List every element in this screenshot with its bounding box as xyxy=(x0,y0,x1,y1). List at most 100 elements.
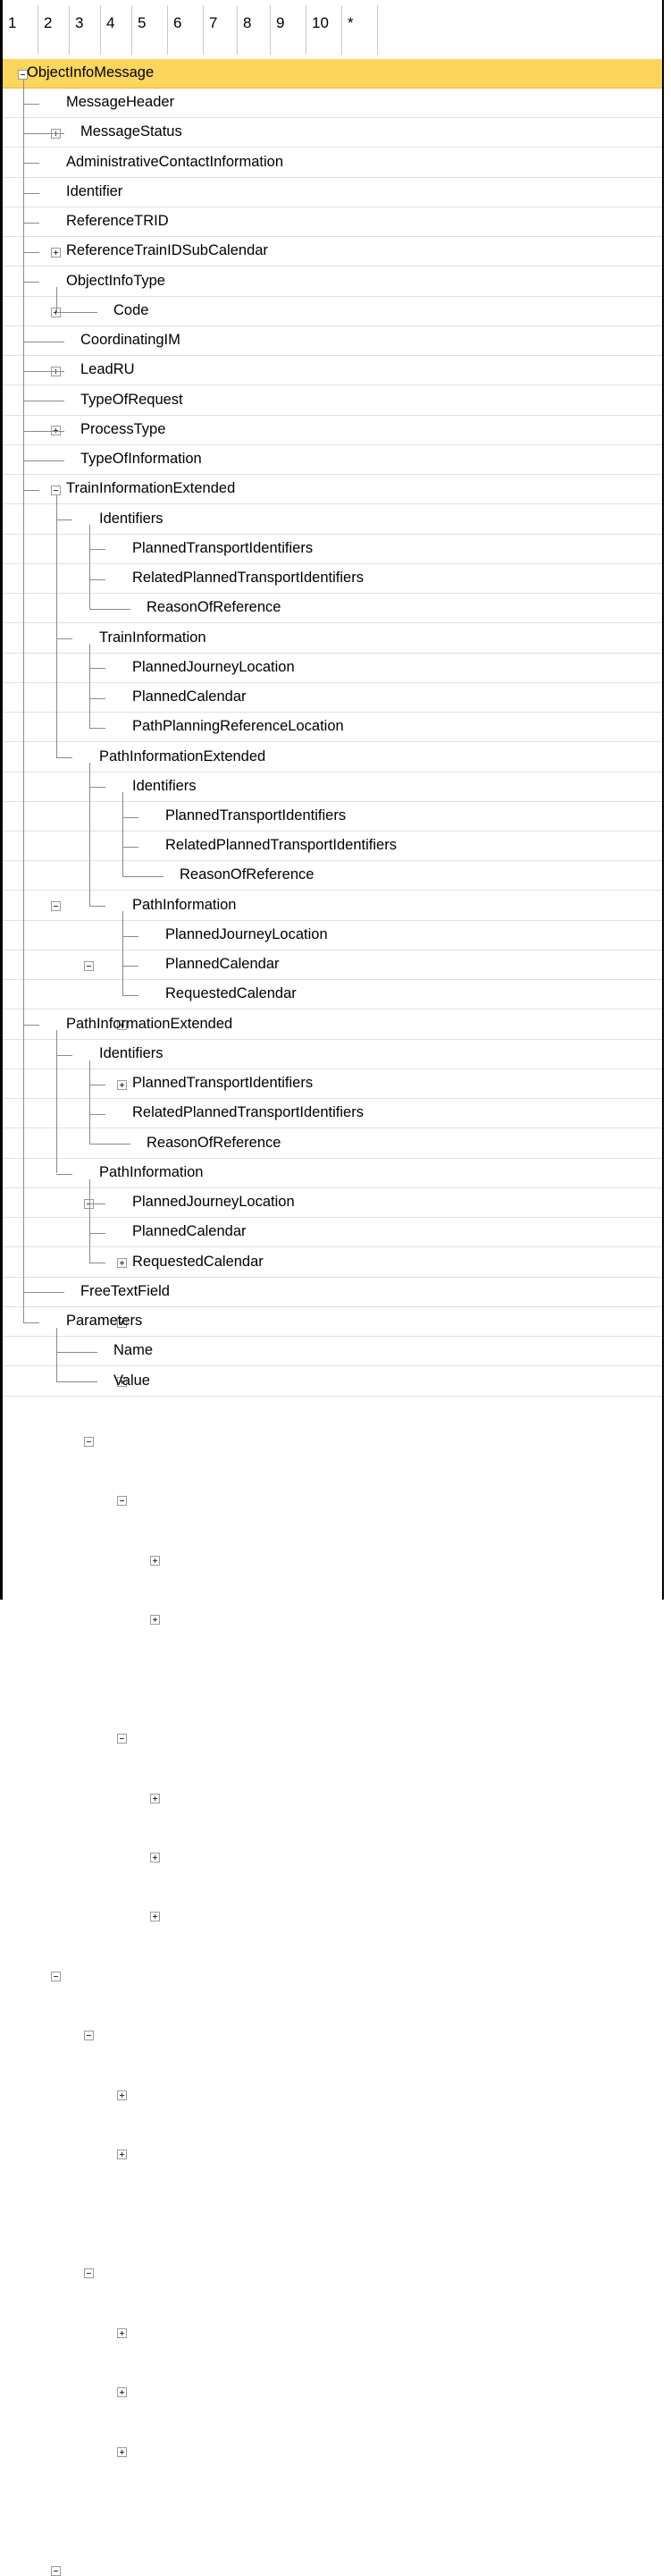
tree-connector xyxy=(23,489,39,491)
collapse-icon[interactable] xyxy=(51,2565,61,2576)
tree-node[interactable]: PathInformationExtended xyxy=(3,1010,662,1981)
tree-connector xyxy=(23,430,64,432)
column-header-8[interactable]: 8 xyxy=(238,5,271,55)
tree-node[interactable]: Parameters xyxy=(3,1307,662,2576)
expand-icon[interactable] xyxy=(117,2446,127,2457)
tree-node[interactable]: TrainInformationExtended xyxy=(3,475,662,912)
tree-node[interactable]: Identifiers xyxy=(3,1040,662,2041)
tree-node-label: ReferenceTrainIDSubCalendar xyxy=(66,242,268,259)
tree-node[interactable]: PlannedJourneyLocation xyxy=(3,921,662,1803)
collapse-icon[interactable] xyxy=(84,2268,94,2279)
tree-node[interactable]: MessageStatus xyxy=(3,118,662,148)
tree-node[interactable]: Name xyxy=(3,1337,662,1367)
expand-icon[interactable] xyxy=(117,2387,127,2398)
collapse-icon[interactable] xyxy=(84,2031,94,2041)
collapse-icon[interactable] xyxy=(117,1496,127,1507)
tree-node-label: Code xyxy=(113,301,149,318)
tree-connector xyxy=(56,757,72,759)
tree-node[interactable]: ObjectInfoMessage xyxy=(3,59,662,89)
tree-connector xyxy=(122,846,138,848)
expand-icon[interactable] xyxy=(117,2090,127,2100)
tree-node-label: Value xyxy=(113,1372,150,1389)
tree-guide-line xyxy=(89,644,90,728)
tree-node[interactable]: AdministrativeContactInformation xyxy=(3,148,662,258)
tree-node[interactable]: PathInformation xyxy=(3,1159,662,2279)
expand-icon[interactable] xyxy=(150,1555,160,1566)
column-header-4[interactable]: 4 xyxy=(101,5,132,55)
column-header-star[interactable]: * xyxy=(342,5,378,55)
tree-node-label: ObjectInfoType xyxy=(66,272,165,289)
column-header-6[interactable]: 6 xyxy=(168,5,204,55)
tree-connector xyxy=(122,935,138,937)
collapse-icon[interactable] xyxy=(117,1734,127,1744)
tree-node-label: RelatedPlannedTransportIdentifiers xyxy=(165,837,397,854)
tree-connector xyxy=(56,311,97,313)
tree-guide-line xyxy=(56,1327,57,1382)
tree-node[interactable]: PlannedTransportIdentifiers xyxy=(3,802,662,1566)
tree-node-label: PlannedCalendar xyxy=(132,1223,247,1240)
column-header-10[interactable]: 10 xyxy=(306,5,342,55)
tree-node-label: Identifiers xyxy=(132,777,197,794)
tree-node[interactable]: Identifiers xyxy=(3,505,662,971)
column-header-9[interactable]: 9 xyxy=(271,5,306,55)
tree-node-label: ObjectInfoMessage xyxy=(27,64,155,80)
tree-node[interactable]: Value xyxy=(3,1367,662,1397)
tree-connector xyxy=(56,519,72,521)
tree-node[interactable]: ProcessType xyxy=(3,416,662,445)
tree-node[interactable]: ReferenceTrainIDSubCalendar xyxy=(3,237,662,436)
column-header-3[interactable]: 3 xyxy=(70,5,101,55)
tree-node[interactable]: PathInformationExtended xyxy=(3,743,662,1447)
expand-icon[interactable] xyxy=(117,2149,127,2160)
tree-guide-line xyxy=(122,792,123,877)
tree-node[interactable]: FreeTextField xyxy=(3,1278,662,1307)
expand-icon[interactable] xyxy=(150,1912,160,1922)
tree-node[interactable]: ReferenceTRID xyxy=(3,207,662,376)
tree-node[interactable]: ObjectInfoType xyxy=(3,267,662,495)
tree-connector xyxy=(122,995,138,997)
tree-node-label: PlannedJourneyLocation xyxy=(132,1194,295,1211)
expand-icon[interactable] xyxy=(150,1615,160,1626)
tree-node[interactable]: MessageHeader xyxy=(3,89,662,139)
tree-node-label: Identifier xyxy=(66,182,123,199)
tree-node[interactable]: CoordinatingIM xyxy=(3,326,662,357)
tree-node[interactable]: ReasonOfReference xyxy=(3,861,662,891)
tree-node-label: PlannedTransportIdentifiers xyxy=(165,807,347,823)
tree-node-label: TypeOfInformation xyxy=(80,451,202,468)
tree-node[interactable]: TrainInformation xyxy=(3,624,662,1209)
tree-guide-line xyxy=(122,911,123,996)
tree-connector xyxy=(23,371,64,373)
tree-guide-line xyxy=(89,1060,90,1144)
tree-connector xyxy=(23,252,39,254)
tree-node-label: PathInformationExtended xyxy=(66,1015,233,1032)
expand-icon[interactable] xyxy=(150,1853,160,1862)
column-header-2[interactable]: 2 xyxy=(38,5,70,55)
tree-connector xyxy=(23,133,64,135)
tree-node-label: PlannedCalendar xyxy=(165,956,280,973)
collapse-icon[interactable] xyxy=(51,1971,61,1981)
tree-node-label: Name xyxy=(113,1342,154,1359)
tree-connector xyxy=(23,460,64,461)
tree-node-label: ReasonOfReference xyxy=(147,599,281,616)
tree-node-label: RelatedPlannedTransportIdentifiers xyxy=(132,570,364,587)
tree-node-label: PathInformation xyxy=(132,896,237,913)
collapse-icon[interactable] xyxy=(84,1436,94,1447)
tree-node-label: ReasonOfReference xyxy=(147,1134,281,1151)
column-header-5[interactable]: 5 xyxy=(132,5,168,55)
tree-connector xyxy=(122,816,138,818)
tree-node-label: Parameters xyxy=(66,1313,143,1330)
column-header-1[interactable]: 1 xyxy=(3,5,38,55)
tree-node[interactable]: TypeOfInformation xyxy=(3,445,662,476)
tree-node[interactable]: RelatedPlannedTransportIdentifiers xyxy=(3,832,662,1626)
tree-node[interactable]: LeadRU xyxy=(3,356,662,386)
tree-node[interactable]: Identifier xyxy=(3,178,662,317)
column-header-7[interactable]: 7 xyxy=(204,5,238,55)
tree-node[interactable]: Code xyxy=(3,297,662,326)
tree-node-label: PathInformation xyxy=(99,1163,204,1180)
tree-node[interactable]: PlannedCalendar xyxy=(3,950,662,1862)
tree-node-label: PlannedTransportIdentifiers xyxy=(132,1075,314,1092)
expand-icon[interactable] xyxy=(150,1793,160,1803)
expand-icon[interactable] xyxy=(117,2327,127,2338)
tree-node[interactable]: TypeOfRequest xyxy=(3,386,662,416)
tree-connector xyxy=(56,638,72,640)
tree-node[interactable]: RequestedCalendar xyxy=(3,980,662,1922)
